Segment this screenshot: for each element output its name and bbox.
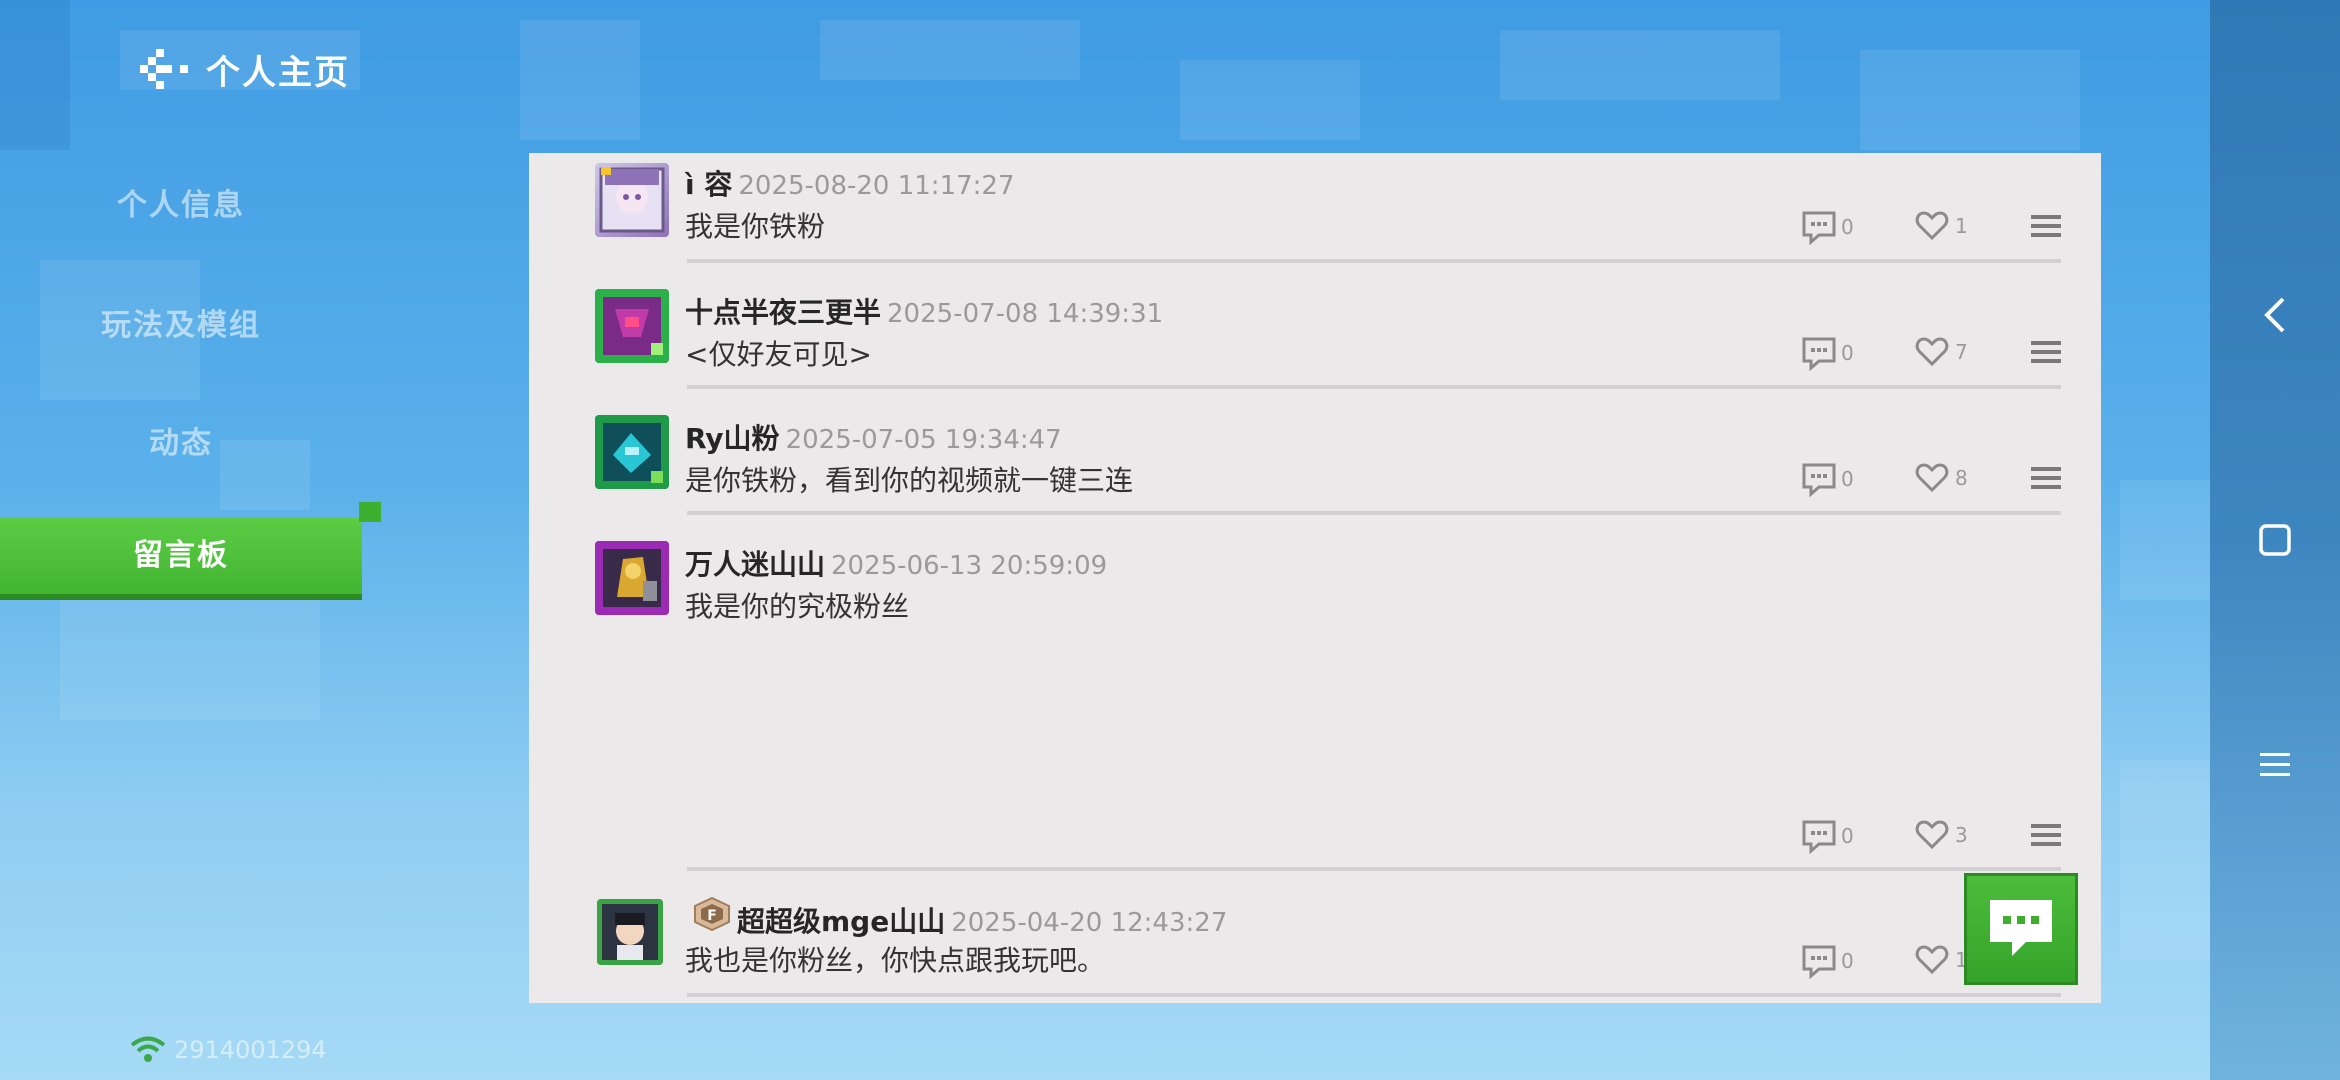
more-menu-button[interactable] [2031,213,2061,239]
like-button[interactable]: 8 [1915,461,1968,495]
more-menu-icon [2031,215,2061,237]
like-button[interactable]: 3 [1915,818,1968,852]
reply-count: 0 [1841,341,1854,365]
message-text: 是你铁粉，看到你的视频就一键三连 [685,464,1134,497]
divider [687,867,2061,871]
timestamp: 2025-06-13 20:59:09 [831,551,1108,581]
nav-menu-icon [2260,753,2290,776]
more-menu-icon [2031,341,2061,363]
author-name[interactable]: 十点半夜三更半 [685,291,881,331]
reply-icon [1802,820,1836,854]
like-icon [1915,211,1949,241]
divider [687,259,2061,263]
author-name[interactable]: Ry山粉 [685,417,780,457]
like-count: 8 [1955,466,1968,490]
message-fab-icon [1990,900,2052,956]
svg-text:F: F [707,908,717,924]
more-menu-button[interactable] [2031,465,2061,491]
avatar[interactable] [595,541,669,615]
nav-back-button[interactable] [2250,290,2300,340]
avatar[interactable] [595,163,669,237]
message-text: 我也是你粉丝，你快点跟我玩吧。 [685,944,1106,977]
like-icon [1915,337,1949,367]
like-icon [1915,820,1949,850]
author-name[interactable]: 万人迷山山 [685,543,825,583]
message-text: <仅好友可见> [685,338,872,371]
reply-button[interactable]: 0 [1801,335,1854,371]
like-count: 1 [1955,214,1968,238]
timestamp: 2025-07-08 14:39:31 [887,299,1164,329]
message-text: 我是你铁粉 [685,210,826,243]
timestamp: 2025-04-20 12:43:27 [951,908,1228,938]
like-icon [1915,463,1949,493]
message-actions: 0 7 [1801,335,2101,375]
author-name[interactable]: 超超级mge山山 [737,900,945,940]
message-actions: 0 1 [1801,209,2101,249]
like-button[interactable]: 7 [1915,335,1968,369]
badge-icon: F [693,896,731,932]
reply-count: 0 [1841,467,1854,491]
divider [687,993,2061,997]
timestamp: 2025-08-20 11:17:27 [738,171,1015,201]
nav-home-icon [2259,524,2291,556]
avatar[interactable] [595,289,669,363]
nav-home-button[interactable] [2250,515,2300,565]
like-count: 7 [1955,340,1968,364]
message-actions: 0 3 [1801,818,2101,858]
sidebar-item-profile-info[interactable]: 个人信息 [0,180,362,224]
sidebar-item-message-board[interactable]: 留言板 [0,518,362,594]
avatar[interactable] [595,415,669,489]
avatar[interactable] [597,899,663,965]
more-menu-icon [2031,824,2061,846]
sidebar-item-gameplay-mods[interactable]: 玩法及模组 [0,300,362,344]
nav-menu-button[interactable] [2250,740,2300,790]
reply-button[interactable]: 0 [1801,461,1854,497]
like-button[interactable]: 1 [1915,209,1968,243]
like-icon [1915,945,1949,975]
active-tab-notch [359,502,381,522]
reply-icon [1802,211,1836,245]
more-menu-button[interactable] [2031,822,2061,848]
more-menu-icon [2031,467,2061,489]
reply-count: 0 [1841,215,1854,239]
message-actions: 0 8 [1801,461,2101,501]
message-text: 我是你的究极粉丝 [685,590,910,623]
reply-icon [1802,945,1836,979]
reply-icon [1802,337,1836,371]
user-id-text: 2914001294 [174,1036,327,1064]
divider [687,385,2061,389]
reply-count: 0 [1841,949,1854,973]
sidebar-item-feed[interactable]: 动态 [0,418,362,462]
wifi-icon [130,1036,166,1062]
reply-button[interactable]: 0 [1801,943,1854,979]
more-menu-button[interactable] [2031,339,2061,365]
timestamp: 2025-07-05 19:34:47 [785,425,1062,455]
like-count: 3 [1955,823,1968,847]
message-board-panel[interactable]: ì 容 2025-08-20 11:17:27 我是你铁粉 0 1 十点半夜三更… [529,153,2101,1003]
reply-count: 0 [1841,824,1854,848]
reply-button[interactable]: 0 [1801,209,1854,245]
connection-status: 2914001294 [130,1036,327,1064]
reply-icon [1802,463,1836,497]
system-nav-bar [2210,0,2340,1080]
divider [687,511,2061,515]
reply-button[interactable]: 0 [1801,818,1854,854]
author-name[interactable]: ì 容 [685,163,732,203]
sidebar: 个人信息 玩法及模组 动态 留言板 [0,0,362,1080]
write-message-button[interactable] [1964,873,2078,985]
nav-back-icon [2264,297,2285,333]
